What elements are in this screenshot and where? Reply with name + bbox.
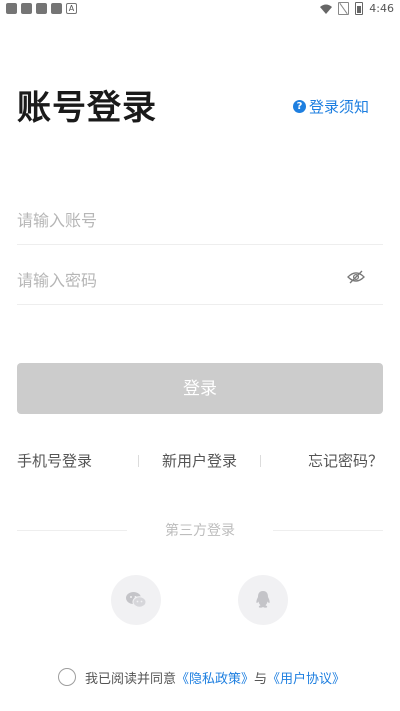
help-icon: ? (292, 100, 306, 113)
hide-password-icon[interactable] (347, 270, 365, 284)
wifi-icon (320, 4, 333, 14)
login-options: 手机号登录 新用户登录 忘记密码？ (17, 450, 383, 472)
qq-icon (256, 591, 270, 608)
system-icons: 4:46 (320, 2, 394, 15)
password-input[interactable] (17, 258, 337, 302)
qq-login-button[interactable] (238, 575, 288, 625)
page-title: 账号登录 (17, 88, 157, 128)
no-sim-icon (338, 2, 350, 15)
clock: 4:46 (369, 2, 394, 15)
notification-icon (36, 3, 47, 14)
new-user-login-link[interactable]: 新用户登录 (162, 450, 237, 471)
wechat-icon (126, 592, 147, 608)
account-field (17, 198, 383, 245)
agreement-row: 我已阅读并同意 《隐私政策》 与 《用户协议》 (58, 667, 345, 687)
user-agreement-link[interactable]: 《用户协议》 (267, 668, 345, 687)
letter-notification-icon: A (66, 3, 77, 14)
status-bar: A 4:46 (0, 0, 400, 18)
login-notice-link[interactable]: ? 登录须知 (292, 96, 369, 117)
agreement-checkbox[interactable] (58, 668, 76, 686)
notification-icon (6, 3, 17, 14)
forgot-password-link[interactable]: 忘记密码？ (308, 450, 383, 471)
notification-icon (21, 3, 32, 14)
privacy-policy-link[interactable]: 《隐私政策》 (176, 668, 254, 687)
login-button[interactable]: 登录 (17, 363, 383, 414)
phone-login-link[interactable]: 手机号登录 (17, 450, 92, 471)
agreement-prefix: 我已阅读并同意 (85, 671, 177, 687)
divider (260, 455, 261, 467)
image-notification-icon (51, 3, 62, 14)
divider (138, 455, 139, 467)
account-input[interactable] (17, 198, 337, 242)
password-field (17, 258, 383, 305)
divider (273, 530, 383, 531)
agreement-conjunction: 与 (254, 671, 268, 687)
login-notice-label: 登录须知 (308, 98, 369, 116)
notification-icons: A (6, 3, 77, 14)
battery-icon (355, 2, 364, 15)
wechat-login-button[interactable] (111, 575, 161, 625)
